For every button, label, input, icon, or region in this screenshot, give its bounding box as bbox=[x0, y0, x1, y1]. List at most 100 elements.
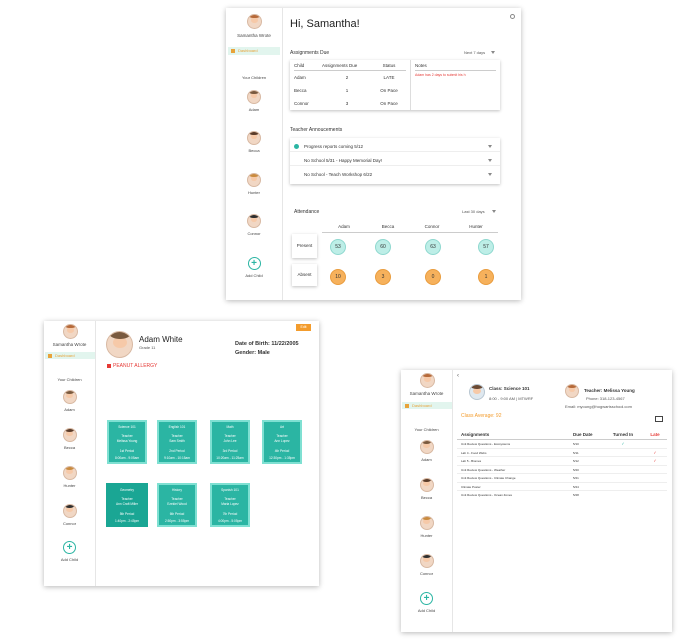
class-tile[interactable]: Art Teacher Ann Lopez 4th Period 12:30pm… bbox=[262, 420, 302, 464]
edit-button[interactable]: Edit bbox=[296, 324, 311, 331]
child-becca[interactable]: Becca bbox=[44, 428, 95, 450]
cell-child: Connor bbox=[294, 101, 309, 106]
table-row[interactable]: Unit Review Questions - Climate Change 5… bbox=[457, 474, 667, 483]
child-hunter[interactable]: Hunter bbox=[401, 516, 452, 538]
student-grade: Grade 11 bbox=[139, 345, 156, 350]
plus-icon: + bbox=[63, 541, 76, 554]
mail-icon[interactable] bbox=[655, 416, 663, 422]
late-check-icon bbox=[643, 440, 667, 448]
add-child-button[interactable]: + Add Child bbox=[226, 257, 282, 278]
att-name: Connor bbox=[424, 224, 440, 229]
child-adam[interactable]: Adam bbox=[44, 390, 95, 412]
attendance-header: Adam Becca Connor Hunter bbox=[322, 224, 498, 233]
nav-dashboard[interactable]: Dashboard bbox=[228, 47, 280, 55]
late-check-icon bbox=[643, 474, 667, 482]
announcement-item[interactable]: Progress reports coming 5/12 bbox=[290, 141, 500, 152]
table-row[interactable]: Climate Poster 5/24 bbox=[457, 483, 667, 491]
user-avatar[interactable] bbox=[420, 373, 435, 388]
dashboard-panel: Samantha Wrote Dashboard Your Children A… bbox=[226, 8, 521, 300]
child-avatar bbox=[62, 428, 77, 442]
child-connor[interactable]: Connor bbox=[226, 214, 282, 236]
tile-teacher: Ann Craft Miller bbox=[116, 502, 138, 506]
child-name: Adam bbox=[64, 407, 75, 412]
tile-teacher-label: Teacher bbox=[224, 434, 236, 438]
tile-title: Science 101 bbox=[118, 425, 136, 429]
cell-count: 1 bbox=[345, 88, 349, 93]
user-name: Samantha Wrote bbox=[52, 342, 87, 347]
cell-count: 2 bbox=[345, 75, 349, 80]
table-row[interactable]: Unit Review Questions - Ecosystems 5/10 … bbox=[457, 440, 667, 449]
chevron-down-icon[interactable] bbox=[491, 51, 495, 54]
class-tile[interactable]: Spanish 101 Teacher Maria Lopez 7th Peri… bbox=[210, 483, 250, 527]
tile-period: 6th Period bbox=[169, 512, 185, 516]
child-becca[interactable]: Becca bbox=[401, 478, 452, 500]
user-avatar[interactable] bbox=[63, 324, 78, 339]
class-tile[interactable]: Science 101 Teacher Melissa Young 1st Pe… bbox=[107, 420, 147, 464]
announcement-item[interactable]: No School 5/31 - Happy Memorial Day! bbox=[290, 155, 500, 166]
child-adam[interactable]: Adam bbox=[226, 90, 282, 112]
table-row[interactable]: Unit Review Questions - Ocean Zones 5/28 bbox=[457, 491, 667, 500]
tile-time: 10:20am - 11:25am bbox=[216, 456, 244, 460]
class-tile[interactable]: English 101 Teacher Sam Smith 2nd Period… bbox=[157, 420, 197, 464]
chevron-down-icon[interactable] bbox=[492, 210, 496, 213]
class-name: Class: Science 101 bbox=[489, 386, 530, 391]
your-children-label: Your Children bbox=[414, 427, 439, 432]
table-row[interactable]: Unit Review Questions - Weather 5/20 bbox=[457, 466, 667, 474]
assignments-filter[interactable]: Next 7 days bbox=[464, 50, 485, 55]
att-name: Adam bbox=[338, 224, 350, 229]
add-child-button[interactable]: + Add Child bbox=[44, 541, 95, 562]
table-row: Connor 3 On Pace bbox=[294, 97, 406, 110]
announcement-text: Progress reports coming 5/12 bbox=[304, 144, 364, 149]
teacher-email: Email: myoung@hogwartsschool.com bbox=[565, 404, 632, 409]
tile-teacher-label: Teacher bbox=[121, 497, 133, 501]
absent-count: 3 bbox=[375, 269, 391, 285]
announcement-text: No School 5/31 - Happy Memorial Day! bbox=[304, 158, 383, 163]
chevron-down-icon[interactable] bbox=[488, 145, 492, 148]
announcements-title: Teacher Annoucements bbox=[290, 127, 343, 133]
table-header: Assignments Due Date Turned In Late bbox=[457, 430, 667, 440]
allergy-label: PEANUT ALLERGY bbox=[113, 363, 158, 369]
child-hunter[interactable]: Hunter bbox=[226, 173, 282, 195]
user-avatar[interactable] bbox=[247, 14, 262, 29]
add-child-button[interactable]: + Add Child bbox=[401, 592, 452, 613]
chevron-down-icon[interactable] bbox=[488, 173, 492, 176]
announcement-item[interactable]: No School - Teach Workshop 6/22 bbox=[290, 169, 500, 180]
back-chevron-icon[interactable]: ‹ bbox=[457, 373, 459, 379]
present-label: Present bbox=[296, 243, 313, 248]
child-hunter[interactable]: Hunter bbox=[44, 466, 95, 488]
turned-in-check-icon: ✓ bbox=[621, 441, 625, 446]
class-tile[interactable]: History Teacher Ezekiel Wood 6th Period … bbox=[157, 483, 197, 527]
chevron-down-icon[interactable] bbox=[488, 159, 492, 162]
attendance-filter[interactable]: Last 30 days bbox=[462, 209, 485, 214]
child-connor[interactable]: Connor bbox=[401, 554, 452, 576]
assignment-name: Unit Review Questions - Ecosystems bbox=[461, 442, 511, 446]
child-becca[interactable]: Becca bbox=[226, 131, 282, 153]
child-name: Hunter bbox=[420, 533, 433, 538]
class-schedule: 8:00 - 9:00 AM | MTWRF bbox=[489, 396, 534, 401]
gear-icon[interactable] bbox=[510, 14, 515, 19]
cell-child: Becca bbox=[294, 88, 307, 93]
tile-teacher-label: Teacher bbox=[171, 497, 183, 501]
class-tile[interactable]: Math Teacher John Lee 3rd Period 10:20am… bbox=[210, 420, 250, 464]
assignment-date: 5/11 bbox=[573, 450, 579, 455]
child-adam[interactable]: Adam bbox=[401, 440, 452, 462]
att-name: Hunter bbox=[469, 224, 483, 229]
cell-status: On Pace bbox=[380, 88, 398, 93]
table-header: Child Assignments Due Status bbox=[294, 63, 406, 71]
class-tile[interactable]: Geometry Teacher Ann Craft Miller 5th Pe… bbox=[106, 483, 148, 527]
nav-dashboard[interactable]: Dashboard bbox=[45, 352, 95, 359]
child-avatar bbox=[247, 131, 261, 145]
nav-dashboard[interactable]: Dashboard bbox=[402, 402, 452, 409]
child-name: Adam bbox=[248, 107, 260, 112]
tile-teacher-label: Teacher bbox=[224, 497, 236, 501]
tile-time: 8:00am - 9:05am bbox=[114, 456, 140, 460]
child-name: Connor bbox=[419, 571, 434, 576]
assignment-name: Unit Review Questions - Weather bbox=[461, 467, 506, 472]
table-row[interactable]: Lab 5 - Biomes 5/12 ✓ bbox=[457, 457, 667, 466]
child-connor[interactable]: Connor bbox=[44, 504, 95, 526]
table-row[interactable]: Lab 4 - Food Webs 5/11 ✓ bbox=[457, 449, 667, 457]
cell-child: Adam bbox=[294, 75, 306, 80]
student-dob: Date of Birth: 11/22/2005 bbox=[235, 341, 299, 347]
notes-text: Adam has 2 days to submit his h bbox=[415, 73, 466, 77]
tile-teacher-label: Teacher bbox=[171, 434, 183, 438]
